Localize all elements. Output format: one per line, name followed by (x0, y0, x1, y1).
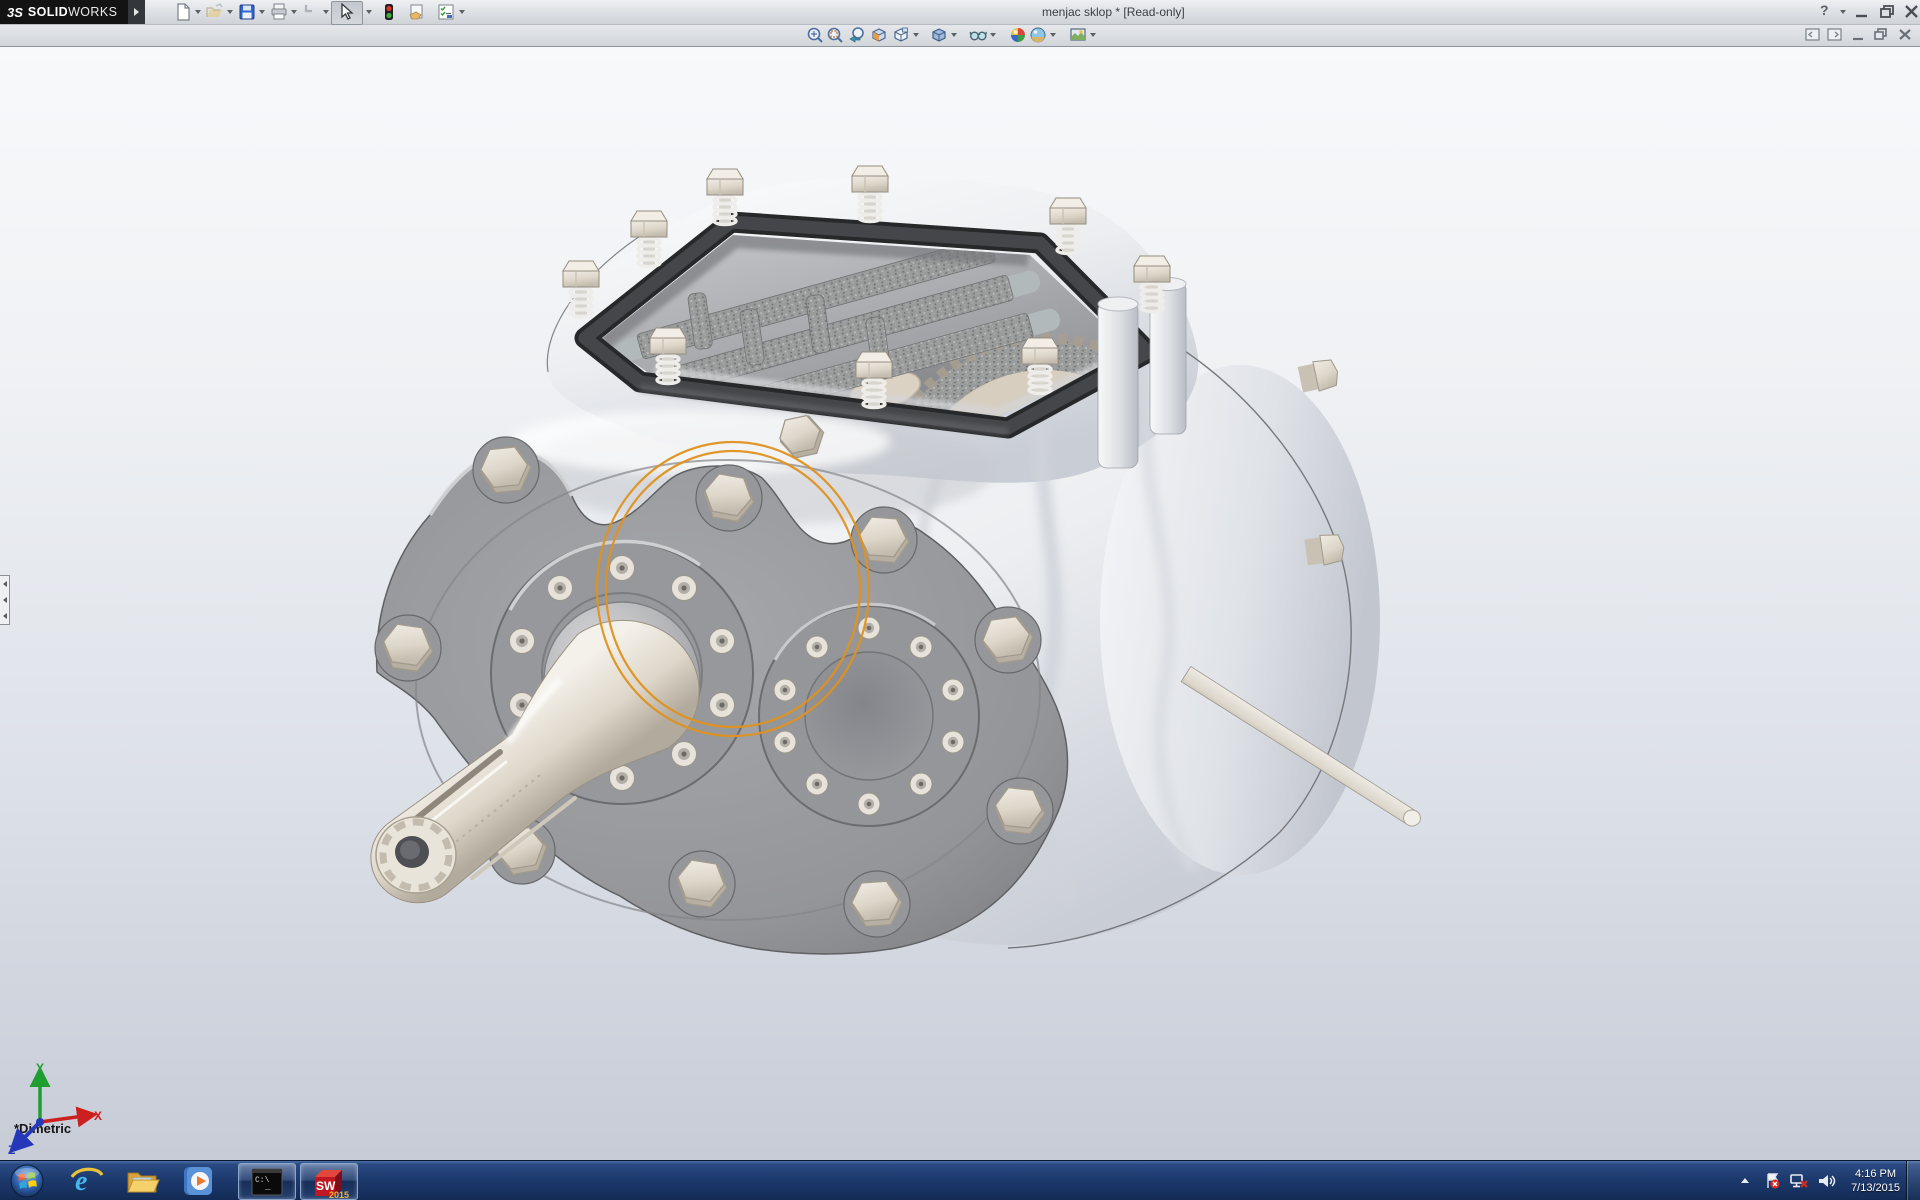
graphics-area[interactable] (0, 46, 1920, 1160)
brand-text-light: WORKS (68, 5, 117, 19)
section-view-button[interactable] (870, 26, 888, 44)
title-bar: 3S SOLID WORKS menjac sklop * [Read-only… (0, 0, 1920, 25)
heads-up-toolbar (0, 24, 1920, 47)
system-tray: 4:16 PM 7/13/2015 (1737, 1161, 1920, 1200)
zoom-to-area-button[interactable] (826, 26, 844, 44)
pane-left-button[interactable] (1804, 26, 1822, 44)
command-prompt-icon: C:\ _ (251, 1168, 283, 1196)
close-button[interactable] (1902, 3, 1920, 20)
solidworks-logo: 3S SOLID WORKS (0, 0, 128, 24)
x-axis-label: X (94, 1109, 102, 1123)
view-settings-dropdown-icon[interactable] (1090, 33, 1096, 37)
taskbar-command-prompt[interactable]: C:\ _ (238, 1163, 296, 1200)
y-axis-label: Y (36, 1061, 44, 1075)
help-button[interactable]: ? (1820, 2, 1829, 18)
open-dropdown-icon[interactable] (227, 10, 233, 14)
action-center-icon[interactable] (1763, 1172, 1781, 1190)
select-cursor-icon[interactable] (337, 3, 355, 21)
folder-icon (126, 1166, 160, 1196)
save-button[interactable] (238, 3, 256, 21)
options-button[interactable] (437, 3, 455, 21)
doc-restore-button[interactable] (1872, 26, 1890, 44)
collapse-arrow-icon (3, 581, 7, 587)
expand-arrow-icon (134, 8, 139, 16)
taskbar-media-player[interactable] (172, 1163, 226, 1198)
ds-logo-icon: 3S (7, 5, 23, 20)
taskbar-internet-explorer[interactable]: e (60, 1163, 114, 1198)
apply-scene-dropdown-icon[interactable] (1050, 33, 1056, 37)
internet-explorer-icon: e (70, 1165, 104, 1197)
edit-appearance-button[interactable] (1009, 26, 1027, 44)
x-axis-arrow (40, 1116, 84, 1122)
new-document-button[interactable] (174, 3, 192, 21)
window-title: menjac sklop * [Read-only] (1042, 5, 1185, 19)
svg-text:_: _ (264, 1182, 271, 1192)
right-bearing-cover[interactable] (759, 604, 979, 826)
print-button[interactable] (270, 3, 288, 21)
show-desktop-button[interactable] (1906, 1161, 1920, 1200)
rebuild-traffic-light-icon[interactable] (380, 3, 398, 21)
taskbar-clock[interactable]: 4:16 PM 7/13/2015 (1851, 1167, 1900, 1195)
collapse-arrow-icon (3, 597, 7, 603)
restore-button[interactable] (1878, 3, 1898, 20)
triad-origin (36, 1118, 44, 1126)
hide-show-dropdown-icon[interactable] (990, 33, 996, 37)
minimize-button[interactable] (1852, 3, 1872, 20)
3d-viewport[interactable] (0, 46, 1920, 1160)
select-dropdown-icon[interactable] (366, 10, 372, 14)
clock-date: 7/13/2015 (1851, 1181, 1900, 1195)
print-dropdown-icon[interactable] (291, 10, 297, 14)
volume-icon[interactable] (1817, 1172, 1837, 1190)
media-player-icon (183, 1165, 215, 1197)
file-properties-icon[interactable] (408, 3, 426, 21)
previous-view-button[interactable] (848, 26, 866, 44)
zoom-to-fit-button[interactable] (806, 26, 824, 44)
view-orientation-button[interactable] (892, 26, 910, 44)
open-button[interactable] (206, 3, 224, 21)
taskbar-windows-explorer[interactable] (116, 1163, 170, 1198)
z-axis-label: Z (8, 1143, 15, 1157)
view-settings-button[interactable] (1069, 26, 1087, 44)
start-button[interactable] (4, 1163, 50, 1198)
taskbar-solidworks-2015[interactable]: SW 2015 (300, 1163, 358, 1200)
hidden-icons-button[interactable] (1737, 1173, 1753, 1189)
feature-manager-collapsed-tab[interactable] (0, 575, 10, 625)
windows-taskbar: e C:\ _ (0, 1160, 1920, 1200)
display-style-dropdown-icon[interactable] (951, 33, 957, 37)
clock-time: 4:16 PM (1851, 1167, 1900, 1181)
new-dropdown-icon[interactable] (195, 10, 201, 14)
brand-text-bold: SOLID (28, 5, 68, 19)
display-style-button[interactable] (930, 26, 948, 44)
svg-text:2015: 2015 (329, 1190, 349, 1199)
solidworks-2015-icon: SW 2015 (309, 1165, 349, 1199)
windows-orb-icon (9, 1163, 45, 1199)
undo-button[interactable] (302, 3, 320, 21)
collapse-arrow-icon (3, 613, 7, 619)
apply-scene-button[interactable] (1029, 26, 1047, 44)
solidworks-window: *Dimetric Y X Z 3S SOLID WORKS (0, 0, 1920, 1200)
doc-minimize-button[interactable] (1850, 26, 1868, 44)
help-dropdown-icon[interactable] (1840, 10, 1846, 14)
pane-right-button[interactable] (1826, 26, 1844, 44)
undo-dropdown-icon[interactable] (323, 10, 329, 14)
reference-triad: Y X Z (4, 1058, 114, 1163)
view-orientation-dropdown-icon[interactable] (913, 33, 919, 37)
network-status-icon[interactable] (1789, 1172, 1809, 1190)
hide-show-items-button[interactable] (969, 26, 987, 44)
doc-close-button[interactable] (1896, 26, 1914, 44)
menu-expand-button[interactable] (128, 0, 145, 24)
z-axis-arrow (20, 1122, 40, 1142)
save-dropdown-icon[interactable] (259, 10, 265, 14)
gearbox-model[interactable] (371, 166, 1421, 954)
options-dropdown-icon[interactable] (459, 10, 465, 14)
